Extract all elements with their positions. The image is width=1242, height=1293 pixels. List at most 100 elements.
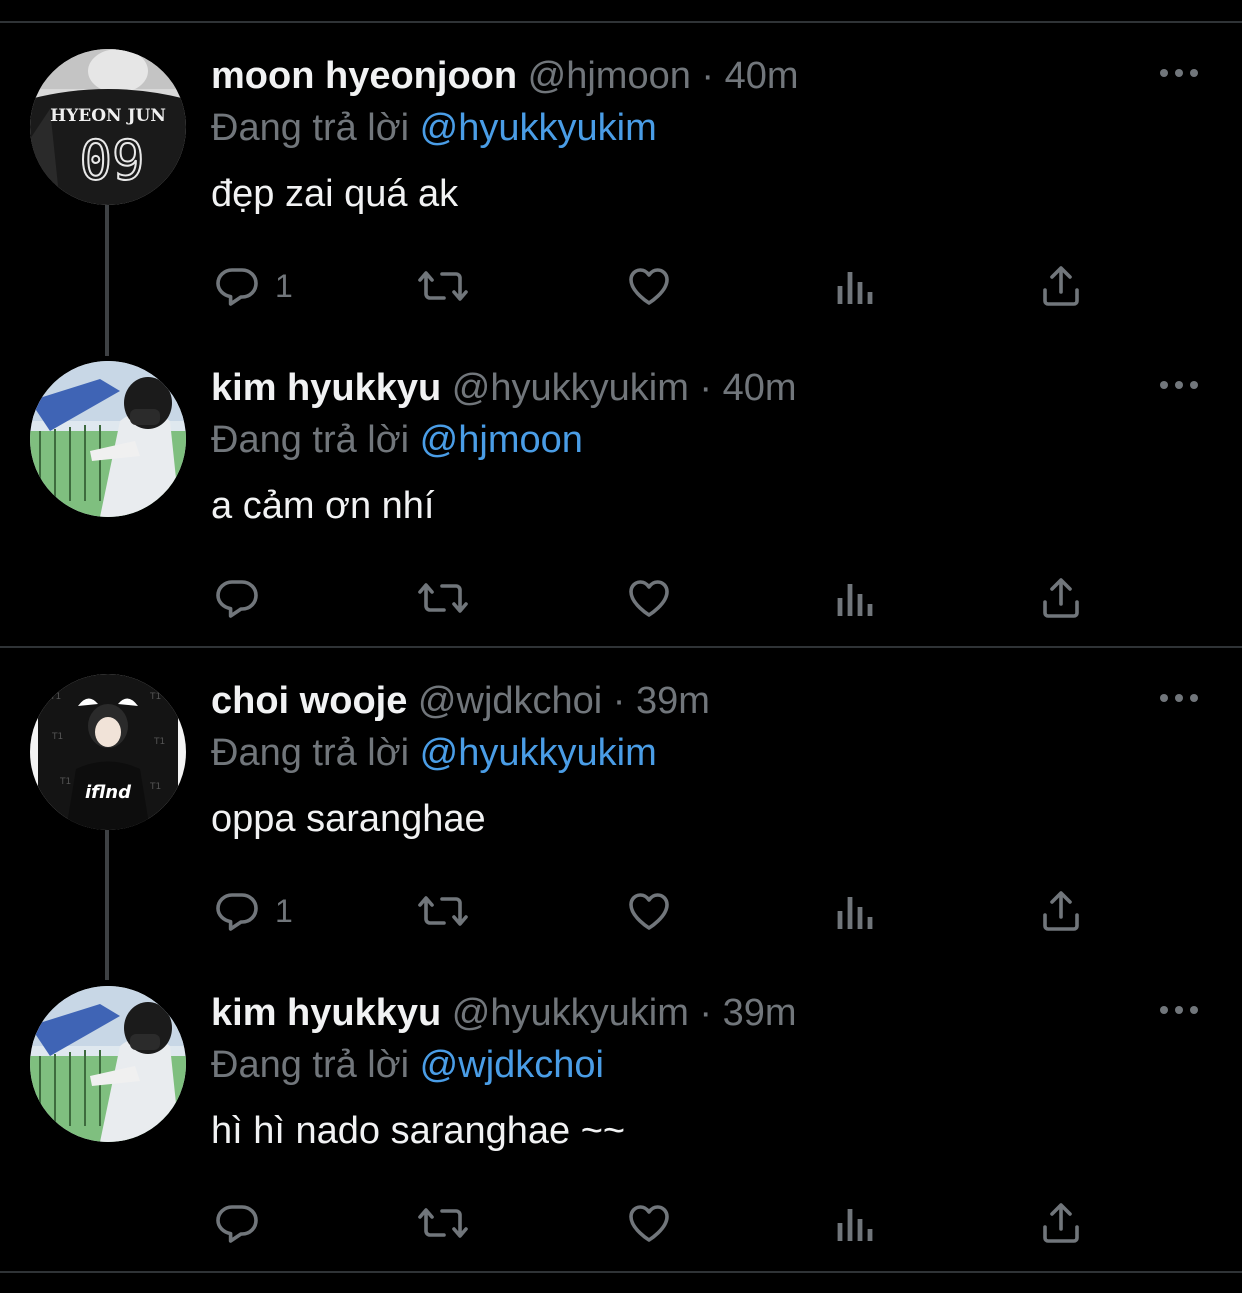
- retweet-button[interactable]: [416, 885, 470, 937]
- mention-link[interactable]: @hjmoon: [420, 419, 583, 461]
- like-icon: [629, 1205, 669, 1242]
- replying-label: Đang trả lời: [211, 107, 410, 149]
- reply-button[interactable]: 1: [213, 260, 293, 312]
- more-button[interactable]: [1158, 60, 1202, 86]
- jersey-number-text: 09: [79, 129, 144, 192]
- separator-dot: ·: [701, 55, 715, 97]
- timestamp[interactable]: 39m: [636, 680, 710, 722]
- more-icon: [1160, 381, 1198, 389]
- top-divider: [0, 21, 1242, 23]
- replying-to: Đang trả lời @hyukkyukim: [211, 105, 657, 151]
- reply-button[interactable]: 1: [213, 885, 293, 937]
- more-icon: [1160, 1006, 1198, 1014]
- share-button[interactable]: [1037, 1197, 1085, 1249]
- views-button[interactable]: [832, 572, 880, 624]
- tweet[interactable]: HYEON JUN 09 moon hyeonjoon @hjmoon · 40…: [0, 24, 1242, 336]
- replying-to: Đang trả lời @hjmoon: [211, 417, 583, 463]
- svg-text:T1: T1: [153, 737, 165, 747]
- separator-dot: ·: [699, 367, 713, 409]
- user-handle[interactable]: @hjmoon: [528, 55, 691, 97]
- tweet-text: a cảm ơn nhí: [211, 485, 435, 527]
- display-name[interactable]: moon hyeonjoon: [211, 55, 517, 97]
- reply-count: 1: [275, 267, 293, 304]
- svg-text:T1: T1: [149, 692, 161, 702]
- display-name[interactable]: kim hyukkyu: [211, 367, 441, 409]
- replying-label: Đang trả lời: [211, 1044, 410, 1086]
- retweet-button[interactable]: [416, 260, 470, 312]
- timestamp[interactable]: 40m: [725, 55, 799, 97]
- more-button[interactable]: [1158, 685, 1202, 711]
- reply-icon: [216, 893, 258, 931]
- views-icon: [837, 584, 873, 616]
- like-button[interactable]: [625, 572, 673, 624]
- more-icon: [1160, 69, 1198, 77]
- views-button[interactable]: [832, 885, 880, 937]
- reply-button[interactable]: [213, 1197, 275, 1249]
- display-name[interactable]: kim hyukkyu: [211, 992, 441, 1034]
- tweet-header: kim hyukkyu @hyukkyukim · 40m: [211, 365, 797, 411]
- jersey-name-text: HYEON JUN: [50, 106, 166, 126]
- svg-text:T1: T1: [49, 692, 61, 702]
- more-icon: [1160, 694, 1198, 702]
- retweet-icon: [418, 271, 468, 301]
- svg-text:T1: T1: [59, 777, 71, 787]
- display-name[interactable]: choi wooje: [211, 680, 407, 722]
- timestamp[interactable]: 39m: [723, 992, 797, 1034]
- action-bar: 1: [0, 885, 1242, 937]
- retweet-button[interactable]: [416, 1197, 470, 1249]
- like-icon: [629, 268, 669, 305]
- avatar[interactable]: HYEON JUN 09: [30, 49, 186, 205]
- like-button[interactable]: [625, 885, 673, 937]
- tweet-text: đẹp zai quá ak: [211, 173, 459, 215]
- timestamp[interactable]: 40m: [723, 367, 797, 409]
- share-button[interactable]: [1037, 260, 1085, 312]
- replying-label: Đang trả lời: [211, 419, 410, 461]
- tweet-header: kim hyukkyu @hyukkyukim · 39m: [211, 990, 797, 1036]
- more-button[interactable]: [1158, 997, 1202, 1023]
- svg-text:T1: T1: [149, 782, 161, 792]
- user-handle[interactable]: @wjdkchoi: [418, 680, 602, 722]
- user-handle[interactable]: @hyukkyukim: [452, 992, 689, 1034]
- retweet-icon: [418, 583, 468, 613]
- like-button[interactable]: [625, 1197, 673, 1249]
- reply-icon: [216, 580, 258, 618]
- retweet-button[interactable]: [416, 572, 470, 624]
- mention-link[interactable]: @hyukkyukim: [420, 732, 657, 774]
- tweet[interactable]: kim hyukkyu @hyukkyukim · 39m Đang trả l…: [0, 961, 1242, 1273]
- views-icon: [837, 1209, 873, 1241]
- like-button[interactable]: [625, 260, 673, 312]
- reply-count: 1: [275, 892, 293, 929]
- avatar[interactable]: [30, 361, 186, 517]
- reply-icon: [216, 268, 258, 306]
- share-icon: [1043, 266, 1079, 306]
- avatar[interactable]: T1 T1 T1 T1 T1 T1 iflnd: [30, 674, 186, 830]
- tweet-header: moon hyeonjoon @hjmoon · 40m: [211, 53, 799, 99]
- retweet-icon: [418, 896, 468, 926]
- tweet[interactable]: T1 T1 T1 T1 T1 T1 iflnd choi wooje @wjdkchoi …: [0, 649, 1242, 961]
- like-icon: [629, 893, 669, 930]
- avatar[interactable]: [30, 986, 186, 1142]
- share-button[interactable]: [1037, 885, 1085, 937]
- share-icon: [1043, 1203, 1079, 1243]
- views-button[interactable]: [832, 260, 880, 312]
- views-button[interactable]: [832, 1197, 880, 1249]
- mention-link[interactable]: @hyukkyukim: [420, 107, 657, 149]
- reply-button[interactable]: [213, 572, 275, 624]
- action-bar: [0, 572, 1242, 624]
- more-button[interactable]: [1158, 372, 1202, 398]
- action-bar: [0, 1197, 1242, 1249]
- tweet[interactable]: kim hyukkyu @hyukkyukim · 40m Đang trả l…: [0, 336, 1242, 648]
- separator-dot: ·: [612, 680, 626, 722]
- retweet-icon: [418, 1208, 468, 1238]
- share-icon: [1043, 578, 1079, 618]
- tweet-header: choi wooje @wjdkchoi · 39m: [211, 678, 710, 724]
- user-handle[interactable]: @hyukkyukim: [452, 367, 689, 409]
- shirt-text: iflnd: [85, 782, 132, 803]
- like-icon: [629, 580, 669, 617]
- replying-to: Đang trả lời @wjdkchoi: [211, 1042, 604, 1088]
- reply-icon: [216, 1205, 258, 1243]
- share-icon: [1043, 891, 1079, 931]
- mention-link[interactable]: @wjdkchoi: [420, 1044, 604, 1086]
- share-button[interactable]: [1037, 572, 1085, 624]
- tweet-text: oppa saranghae: [211, 798, 486, 840]
